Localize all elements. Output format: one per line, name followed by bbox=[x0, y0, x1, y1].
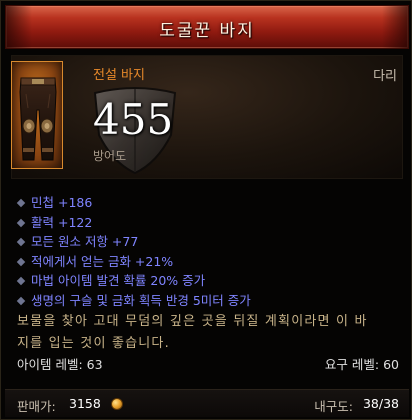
stat-text: 민첩 +186 bbox=[31, 195, 93, 210]
stat-text: 적에게서 얻는 금화 +21% bbox=[31, 253, 174, 269]
item-header bbox=[11, 55, 403, 179]
diamond-bullet-icon bbox=[16, 296, 26, 305]
sell-price-label: 판매가: bbox=[17, 399, 56, 414]
stat-row: 활력 +122 bbox=[15, 213, 405, 233]
diamond-bullet-icon bbox=[16, 218, 26, 227]
flavor-text: 보물을 찾아 고대 무덤의 깊은 곳을 뒤질 계획이라면 이 바 지를 입는 것… bbox=[17, 311, 401, 355]
armor-label: 방어도 bbox=[93, 149, 127, 163]
stat-row: 모든 원소 저항 +77 bbox=[15, 232, 405, 252]
item-type-name: 전설 바지 bbox=[93, 68, 145, 83]
sell-price-value: 3158 bbox=[69, 396, 101, 411]
flavor-line: 지를 입는 것이 좋습니다. bbox=[17, 336, 170, 351]
armor-value: 455 bbox=[93, 95, 174, 144]
item-tooltip: 도굴꾼 바지 전설 바지 다리 455 방어도 민첩 +186 활력 +122 … bbox=[0, 0, 412, 420]
stats-list: 민첩 +186 활력 +122 모든 원소 저항 +77 적에게서 얻는 금화 … bbox=[15, 193, 405, 310]
stat-text: 모든 원소 저항 +77 bbox=[31, 234, 139, 249]
diamond-bullet-icon bbox=[16, 237, 26, 247]
durability-label: 내구도: bbox=[314, 399, 353, 414]
level-row: 아이템 레벨: 63 요구 레벨: 60 bbox=[17, 354, 399, 372]
stat-row: 생명의 구슬 및 금화 획득 반경 5미터 증가 bbox=[15, 291, 405, 311]
diamond-bullet-icon bbox=[16, 257, 26, 266]
tooltip-footer: 판매가: 3158 내구도: 38/38 bbox=[5, 389, 409, 417]
diamond-bullet-icon bbox=[16, 198, 26, 208]
stat-text: 활력 +122 bbox=[31, 214, 93, 230]
item-slot-name: 다리 bbox=[373, 69, 397, 84]
stat-text: 생명의 구슬 및 금화 획득 반경 5미터 증가 bbox=[31, 292, 251, 308]
item-level: 아이템 레벨: 63 bbox=[17, 357, 103, 372]
item-icon-slot bbox=[11, 61, 63, 169]
gold-coin-icon bbox=[111, 398, 123, 410]
stat-row: 마법 아이템 발견 확률 20% 증가 bbox=[15, 271, 405, 291]
required-level: 요구 레벨: 60 bbox=[324, 357, 399, 372]
item-name: 도굴꾼 바지 bbox=[159, 21, 255, 41]
leather-pants-icon bbox=[19, 77, 57, 161]
stat-row: 민첩 +186 bbox=[15, 193, 405, 213]
durability-value: 38/38 bbox=[362, 396, 399, 411]
item-title-bar: 도굴꾼 바지 bbox=[5, 5, 409, 49]
stat-text: 마법 아이템 발견 확률 20% 증가 bbox=[31, 273, 206, 288]
diamond-bullet-icon bbox=[16, 276, 26, 286]
stat-row: 적에게서 얻는 금화 +21% bbox=[15, 252, 405, 272]
flavor-line: 보물을 찾아 고대 무덤의 깊은 곳을 뒤질 계획이라면 이 바 bbox=[17, 314, 368, 329]
